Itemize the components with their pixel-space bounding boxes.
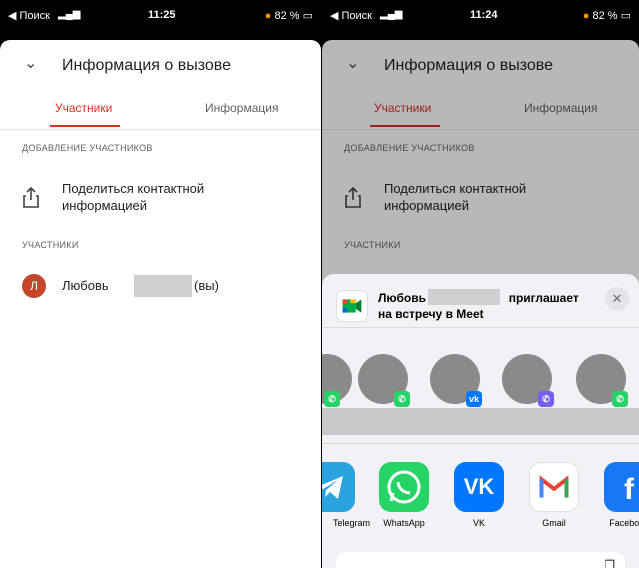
vk-icon: VK [454, 462, 504, 512]
divider [322, 443, 639, 444]
status-time: 11:25 [148, 9, 176, 21]
share-sheet-title-name: Любовь [378, 291, 427, 305]
share-app-telegram[interactable]: Telegram [322, 462, 370, 532]
app-label: Facebook [609, 518, 639, 528]
status-time: 11:24 [470, 9, 498, 21]
sheet-header: ⌄ Информация о вызове [0, 40, 321, 88]
status-bar: ◀ Поиск ▂▄▆ 11:25 ● 82 % ▭ [0, 0, 321, 30]
telegram-icon [322, 462, 355, 512]
app-label: VK [472, 518, 485, 528]
screen-left: ◀ Поиск ▂▄▆ 11:25 ● 82 % ▭ ⌄ Информация … [0, 0, 321, 568]
chevron-down-icon[interactable]: ⌄ [24, 53, 37, 73]
divider [0, 129, 321, 130]
call-info-sheet: ⌄ Информация о вызове Участники Информац… [0, 40, 321, 568]
google-meet-icon [336, 290, 368, 322]
whatsapp-icon: ✆ [612, 391, 628, 407]
back-to-search-link[interactable]: ◀ Поиск [330, 9, 372, 22]
close-icon[interactable]: ✕ [605, 287, 629, 311]
active-tab-indicator [50, 125, 120, 127]
tab-participants[interactable]: Участники [55, 101, 112, 115]
section-add-participants: ДОБАВЛЕНИЕ УЧАСТНИКОВ [22, 143, 153, 153]
whatsapp-icon [379, 462, 429, 512]
status-bar: ◀ Поиск ▂▄▆ 11:24 ● 82 % ▭ [322, 0, 639, 30]
share-contact-info-button[interactable]: Поделиться контактной информацией [0, 178, 321, 218]
participant-row[interactable]: Л Любовь (вы) [0, 274, 321, 300]
avatar: Л [22, 274, 46, 298]
share-app-facebook[interactable]: f Facebook [599, 462, 639, 532]
participant-you-label: (вы) [194, 278, 219, 293]
tab-information[interactable]: Информация [205, 101, 278, 115]
share-contact-label: Поделиться контактной информацией [62, 181, 205, 213]
copy-icon: ❐ [604, 558, 615, 568]
viber-icon: ✆ [538, 391, 554, 407]
redacted-surname [134, 275, 192, 297]
participant-name: Любовь [62, 278, 109, 293]
share-app-gmail[interactable]: Gmail [524, 462, 584, 532]
share-action-row[interactable]: ❐ [336, 552, 625, 568]
app-label: Telegram [332, 518, 370, 528]
app-label: WhatsApp [383, 518, 425, 528]
share-sheet-header: Любовь приглашает на встречу в Meet ✕ [322, 274, 639, 328]
gmail-icon [529, 462, 579, 512]
app-label: Gmail [542, 518, 566, 528]
screen-right: ◀ Поиск ▂▄▆ 11:24 ● 82 % ▭ ⌄ Информация … [322, 0, 639, 568]
page-title: Информация о вызове [62, 57, 232, 74]
section-participants: УЧАСТНИКИ [22, 240, 79, 250]
share-icon [23, 187, 39, 208]
back-to-search-link[interactable]: ◀ Поиск [8, 9, 50, 22]
battery-indicator: ● 82 % ▭ [582, 10, 631, 22]
signal-icon: ▂▄▆ [380, 9, 403, 20]
battery-indicator: ● 82 % ▭ [264, 10, 313, 22]
redacted-surname [428, 289, 500, 305]
signal-icon: ▂▄▆ [58, 9, 81, 20]
vk-icon: vk [466, 391, 482, 407]
whatsapp-icon: ✆ [394, 391, 410, 407]
facebook-icon: f [604, 462, 639, 512]
whatsapp-icon: ✆ [324, 391, 340, 407]
share-app-vk[interactable]: VK VK [449, 462, 509, 532]
share-sheet: Любовь приглашает на встречу в Meet ✕ ✆ … [322, 274, 639, 568]
share-app-whatsapp[interactable]: WhatsApp [374, 462, 434, 532]
redacted-contact-names [322, 408, 639, 435]
